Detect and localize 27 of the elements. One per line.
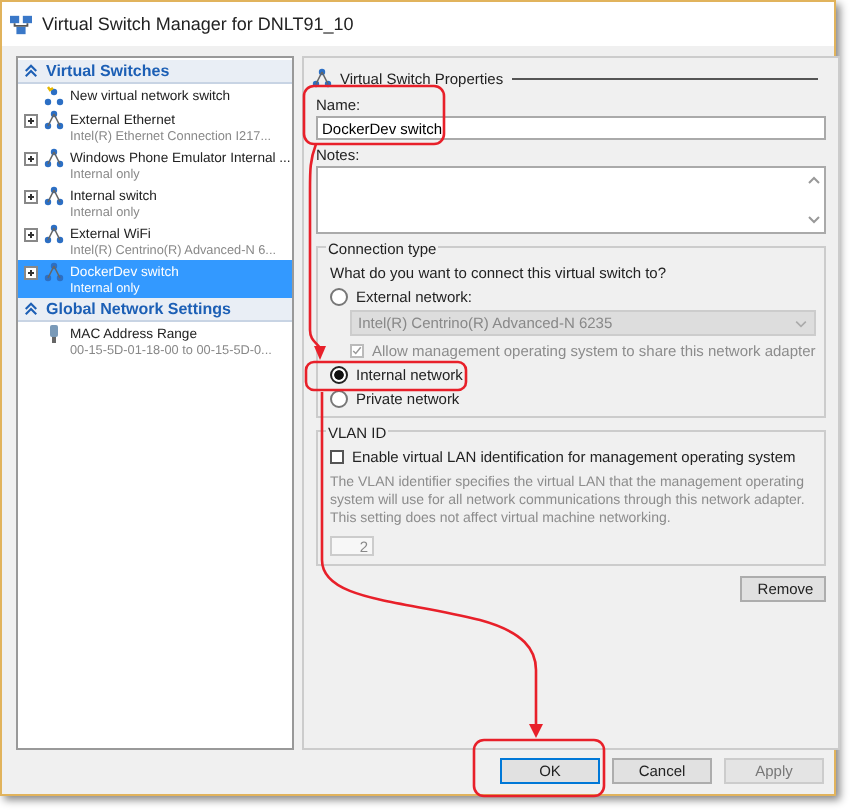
collapse-chevron-icon — [24, 64, 38, 78]
scroll-up-icon[interactable] — [808, 176, 821, 184]
highlight-outline — [472, 738, 606, 798]
notes-field[interactable] — [316, 166, 826, 234]
radio-button[interactable] — [330, 287, 348, 305]
scroll-down-icon[interactable] — [808, 216, 821, 224]
section-header[interactable]: Global Network Settings — [18, 298, 292, 322]
app-icon — [10, 13, 32, 35]
new-switch-icon — [44, 86, 64, 106]
network-switch-icon — [44, 186, 64, 206]
window-title: Virtual Switch Manager for DNLT91_10 — [42, 14, 354, 34]
collapse-chevron-icon — [24, 302, 38, 316]
expand-icon — [24, 227, 38, 241]
caret-icon — [793, 319, 808, 327]
expand-icon — [24, 113, 38, 127]
network-switch-icon — [312, 68, 332, 88]
highlight-outline — [302, 84, 446, 146]
network-switch-icon — [44, 224, 64, 244]
radio-button[interactable] — [330, 365, 348, 383]
section-header[interactable]: Virtual Switches — [18, 60, 292, 84]
network-switch-icon — [44, 148, 64, 168]
network-switch-icon — [44, 110, 64, 130]
expand-icon — [24, 151, 38, 165]
adapter-icon — [44, 324, 64, 344]
expand-icon — [24, 265, 38, 279]
network-switch-icon — [44, 262, 64, 282]
expand-icon — [24, 189, 38, 203]
